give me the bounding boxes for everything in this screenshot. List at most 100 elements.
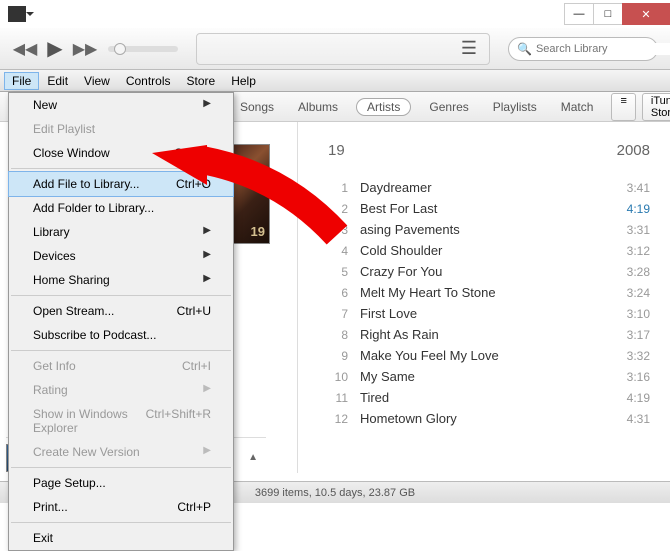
tab-albums[interactable]: Albums — [292, 98, 344, 116]
menu-separator — [11, 168, 231, 169]
menu-file[interactable]: File — [4, 72, 39, 90]
album-year: 2008 — [617, 142, 650, 159]
tab-playlists[interactable]: Playlists — [487, 98, 543, 116]
menu-item-library[interactable]: Library▶ — [9, 220, 233, 244]
track-number: 4 — [328, 244, 348, 258]
view-options-button[interactable]: ≡ — [611, 93, 635, 121]
volume-slider[interactable] — [108, 46, 178, 52]
track-number: 9 — [328, 349, 348, 363]
menu-item-exit[interactable]: Exit — [9, 526, 233, 550]
track-title: Melt My Heart To Stone — [360, 285, 627, 300]
submenu-arrow-icon: ▶ — [203, 383, 211, 397]
menu-item-label: New — [33, 98, 57, 112]
play-button[interactable]: ▶ — [42, 36, 68, 62]
menu-edit[interactable]: Edit — [39, 72, 76, 90]
menu-item-page-setup[interactable]: Page Setup... — [9, 471, 233, 495]
track-duration: 3:28 — [627, 265, 650, 279]
app-icon[interactable] — [8, 6, 26, 22]
menu-separator — [11, 295, 231, 296]
track-number: 3 — [328, 223, 348, 237]
menu-shortcut: Ctrl+Shift+R — [146, 407, 211, 435]
track-number: 5 — [328, 265, 348, 279]
menu-help[interactable]: Help — [223, 72, 264, 90]
menu-store[interactable]: Store — [179, 72, 224, 90]
close-button[interactable]: ✕ — [622, 3, 670, 25]
track-row[interactable]: 11Tired4:19 — [328, 387, 650, 408]
tab-match[interactable]: Match — [555, 98, 600, 116]
prev-button[interactable]: ◀◀ — [12, 36, 38, 62]
menu-shortcut: Ctrl+O — [176, 177, 211, 191]
menubar: FileEditViewControlsStoreHelp — [0, 70, 670, 92]
menu-item-label: Page Setup... — [33, 476, 106, 490]
tab-artists[interactable]: Artists — [356, 98, 411, 116]
track-duration: 3:16 — [627, 370, 650, 384]
track-number: 2 — [328, 202, 348, 216]
menu-shortcut: Ctrl+P — [177, 500, 211, 514]
track-duration: 3:17 — [627, 328, 650, 342]
menu-item-label: Subscribe to Podcast... — [33, 328, 156, 342]
track-duration: 3:10 — [627, 307, 650, 321]
menu-controls[interactable]: Controls — [118, 72, 179, 90]
track-title: Cold Shoulder — [360, 243, 627, 258]
track-row[interactable]: 5Crazy For You3:28 — [328, 261, 650, 282]
maximize-button[interactable]: □ — [593, 3, 623, 25]
tab-genres[interactable]: Genres — [423, 98, 474, 116]
menu-item-new[interactable]: New▶ — [9, 93, 233, 117]
submenu-arrow-icon: ▶ — [203, 445, 211, 459]
track-row[interactable]: 9Make You Feel My Love3:32 — [328, 345, 650, 366]
menu-item-print[interactable]: Print... Ctrl+P — [9, 495, 233, 519]
menu-item-open-stream[interactable]: Open Stream...Ctrl+U — [9, 299, 233, 323]
menu-item-label: Add Folder to Library... — [33, 201, 154, 215]
menu-view[interactable]: View — [76, 72, 118, 90]
track-title: asing Pavements — [360, 222, 627, 237]
menu-separator — [11, 467, 231, 468]
chevron-up-icon[interactable]: ▲ — [248, 452, 258, 463]
menu-item-add-folder-to-library[interactable]: Add Folder to Library... — [9, 196, 233, 220]
track-row[interactable]: 7First Love3:10 — [328, 303, 650, 324]
track-row[interactable]: 4Cold Shoulder3:12 — [328, 240, 650, 261]
menu-item-close-window[interactable]: Close Window Ctrl+W — [9, 141, 233, 165]
menu-item-label: Home Sharing — [33, 273, 110, 287]
menu-item-label: Rating — [33, 383, 68, 397]
search-input[interactable] — [536, 43, 670, 55]
itunes-store-button[interactable]: iTunes Store — [642, 93, 670, 121]
menu-item-subscribe-to-podcast[interactable]: Subscribe to Podcast... — [9, 323, 233, 347]
menu-item-label: Print... — [33, 500, 68, 514]
menu-shortcut: Ctrl+W — [174, 146, 211, 160]
track-row[interactable]: 10 My Same3:16 — [328, 366, 650, 387]
menu-item-label: Create New Version — [33, 445, 140, 459]
menu-item-show-in-windows-explorer: Show in Windows ExplorerCtrl+Shift+R — [9, 402, 233, 440]
track-duration: 3:41 — [627, 181, 650, 195]
track-row[interactable]: 12Hometown Glory4:31 — [328, 408, 650, 429]
track-number: 10 — [328, 370, 348, 384]
track-row[interactable]: 2Best For Last4:19 — [328, 198, 650, 219]
search-field[interactable]: 🔍 — [508, 37, 658, 61]
menu-item-home-sharing[interactable]: Home Sharing▶ — [9, 268, 233, 292]
track-title: Best For Last — [360, 201, 627, 216]
menu-item-add-file-to-library[interactable]: Add File to Library...Ctrl+O — [8, 171, 234, 197]
next-button[interactable]: ▶▶ — [72, 36, 98, 62]
menu-separator — [11, 522, 231, 523]
track-title: Hometown Glory — [360, 411, 627, 426]
track-duration: 3:32 — [627, 349, 650, 363]
search-icon: 🔍 — [517, 42, 532, 56]
list-view-icon[interactable]: ☰ — [461, 38, 477, 59]
menu-item-rating: Rating ▶ — [9, 378, 233, 402]
track-row[interactable]: 6Melt My Heart To Stone3:24 — [328, 282, 650, 303]
tab-songs[interactable]: Songs — [234, 98, 280, 116]
track-title: My Same — [360, 369, 627, 384]
menu-item-edit-playlist: Edit Playlist — [9, 117, 233, 141]
track-title: Daydreamer — [360, 180, 627, 195]
file-menu-dropdown: New▶Edit PlaylistClose WindowCtrl+WAdd F… — [8, 92, 234, 551]
track-row[interactable]: 1Daydreamer3:41 — [328, 177, 650, 198]
minimize-button[interactable]: — — [564, 3, 594, 25]
track-duration: 3:24 — [627, 286, 650, 300]
volume-thumb[interactable] — [114, 43, 126, 55]
track-duration: 3:31 — [627, 223, 650, 237]
track-row[interactable]: 3 asing Pavements3:31 — [328, 219, 650, 240]
window-controls: — □ ✕ — [565, 3, 670, 25]
track-row[interactable]: 8Right As Rain3:17 — [328, 324, 650, 345]
titlebar: — □ ✕ — [0, 0, 670, 28]
menu-item-label: Close Window — [33, 146, 110, 160]
menu-item-devices[interactable]: Devices▶ — [9, 244, 233, 268]
